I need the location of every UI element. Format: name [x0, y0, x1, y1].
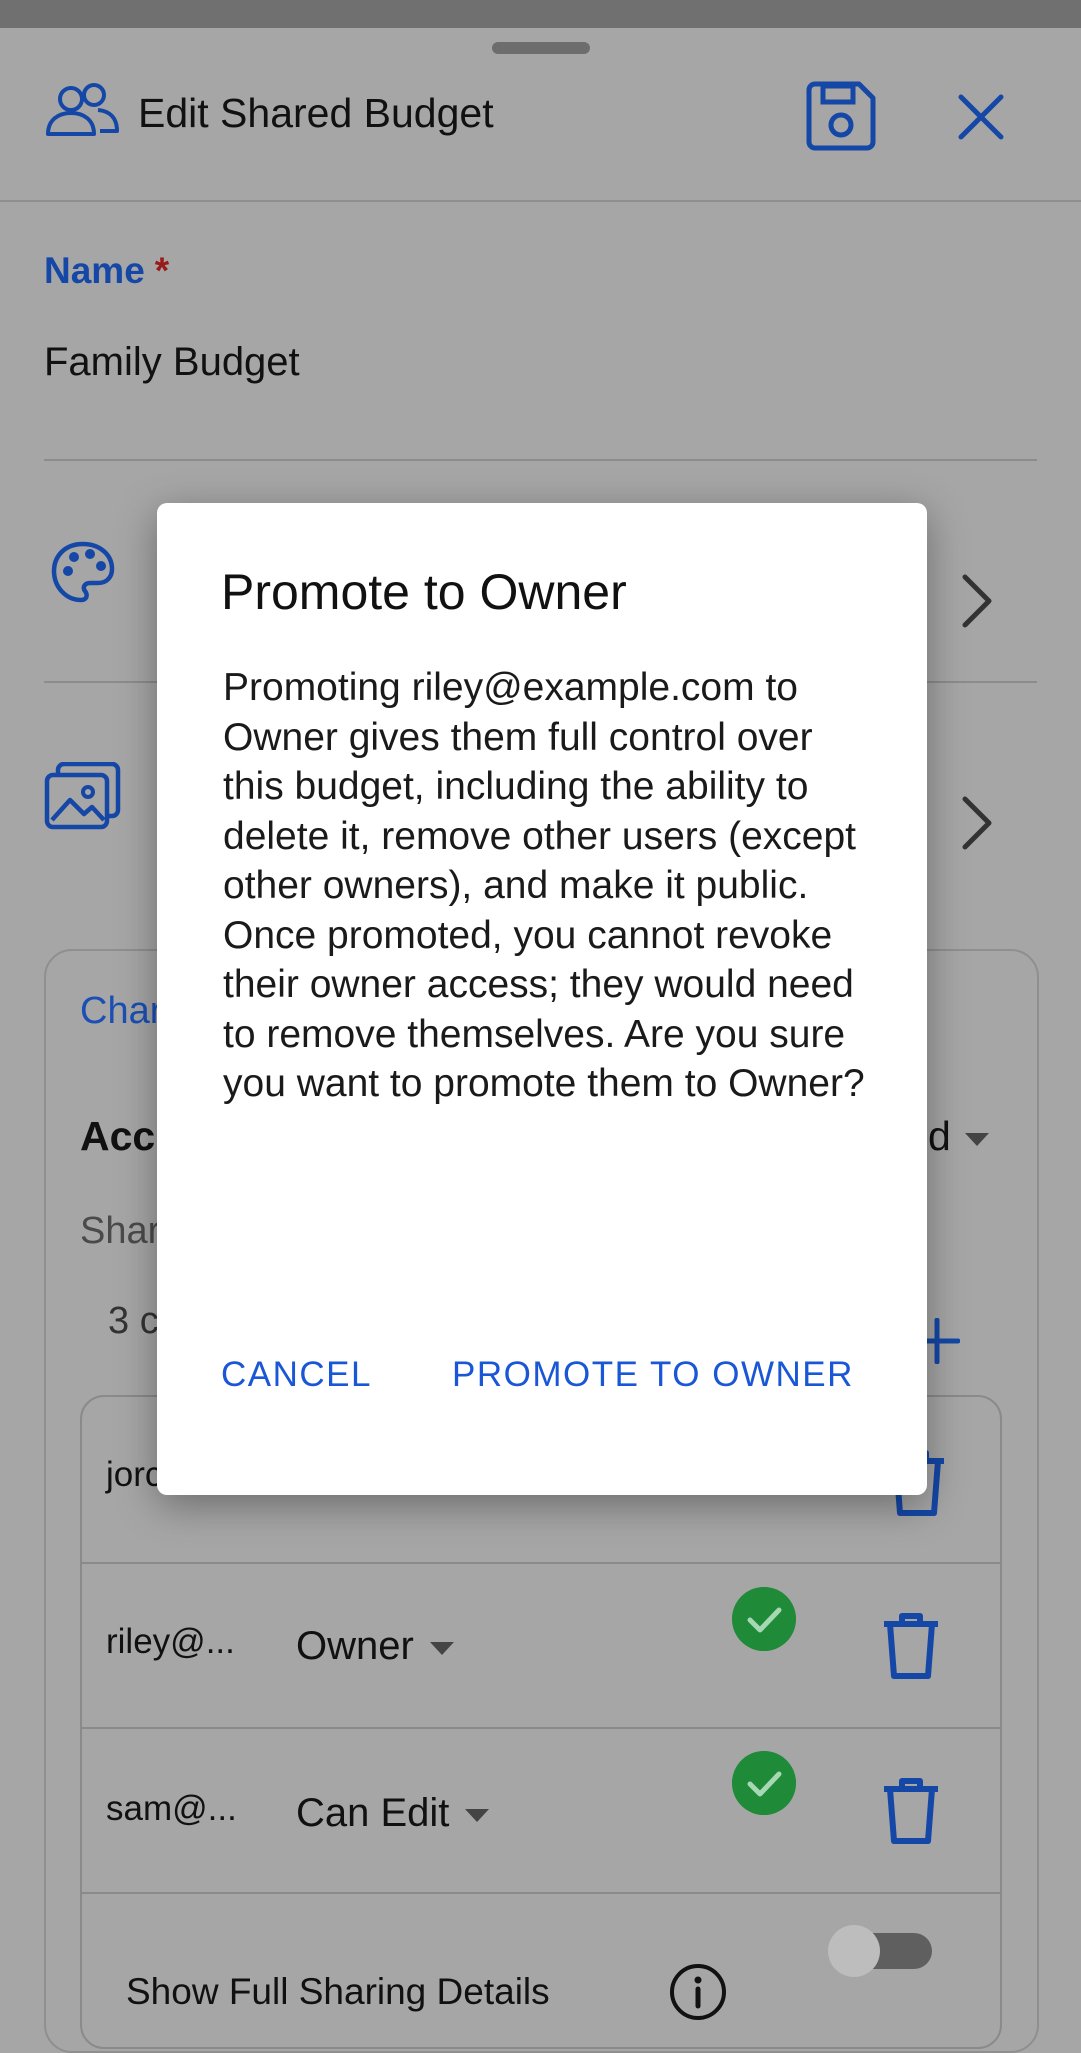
trash-icon[interactable]: [880, 1775, 942, 1845]
sharing-details-label: Show Full Sharing Details: [126, 1971, 550, 2012]
palette-icon: [51, 541, 115, 603]
check-icon: [732, 1587, 796, 1651]
access-heading: Acc: [80, 1113, 156, 1159]
user-count: 3 c: [108, 1300, 159, 1342]
required-mark: *: [154, 250, 170, 291]
table-row: sam@... Can Edit: [82, 1727, 1000, 1894]
caret-down-icon: [465, 1808, 490, 1822]
dialog-message: Promoting riley@example.com to Owner giv…: [223, 666, 865, 1105]
name-label: Name *: [44, 250, 170, 291]
check-icon: [732, 1751, 796, 1815]
status-bar: [0, 0, 1081, 28]
sharing-details-toggle[interactable]: [828, 1925, 932, 1977]
promote-to-owner-button[interactable]: PROMOTE TO OWNER: [452, 1355, 854, 1395]
user-email: riley@...: [106, 1622, 235, 1661]
close-icon[interactable]: [955, 91, 1007, 143]
shared-label: Shar: [80, 1210, 161, 1252]
trash-icon[interactable]: [880, 1610, 942, 1680]
access-dropdown[interactable]: d: [928, 1113, 989, 1160]
users-icon: [46, 83, 119, 136]
role-dropdown[interactable]: Owner: [296, 1624, 454, 1669]
sheet-header: Edit Shared Budget: [0, 28, 1081, 202]
image-icon: [44, 762, 121, 830]
name-input[interactable]: Family Budget: [44, 340, 300, 385]
chevron-right-icon[interactable]: [957, 793, 997, 853]
info-icon[interactable]: [668, 1962, 728, 2022]
caret-down-icon: [429, 1641, 454, 1655]
promote-dialog: Promote to Owner Promoting riley@example…: [157, 503, 927, 1495]
table-row: riley@... Owner: [82, 1562, 1000, 1729]
change-link[interactable]: Char: [80, 990, 162, 1033]
divider: [44, 459, 1037, 461]
dialog-title: Promote to Owner: [221, 564, 627, 620]
cancel-button[interactable]: CANCEL: [221, 1355, 372, 1395]
save-icon[interactable]: [805, 80, 877, 152]
role-dropdown[interactable]: Can Edit: [296, 1791, 490, 1836]
chevron-right-icon[interactable]: [957, 571, 997, 631]
user-email: jorc: [106, 1455, 163, 1494]
user-email: sam@...: [106, 1789, 237, 1828]
page-title: Edit Shared Budget: [138, 90, 494, 136]
